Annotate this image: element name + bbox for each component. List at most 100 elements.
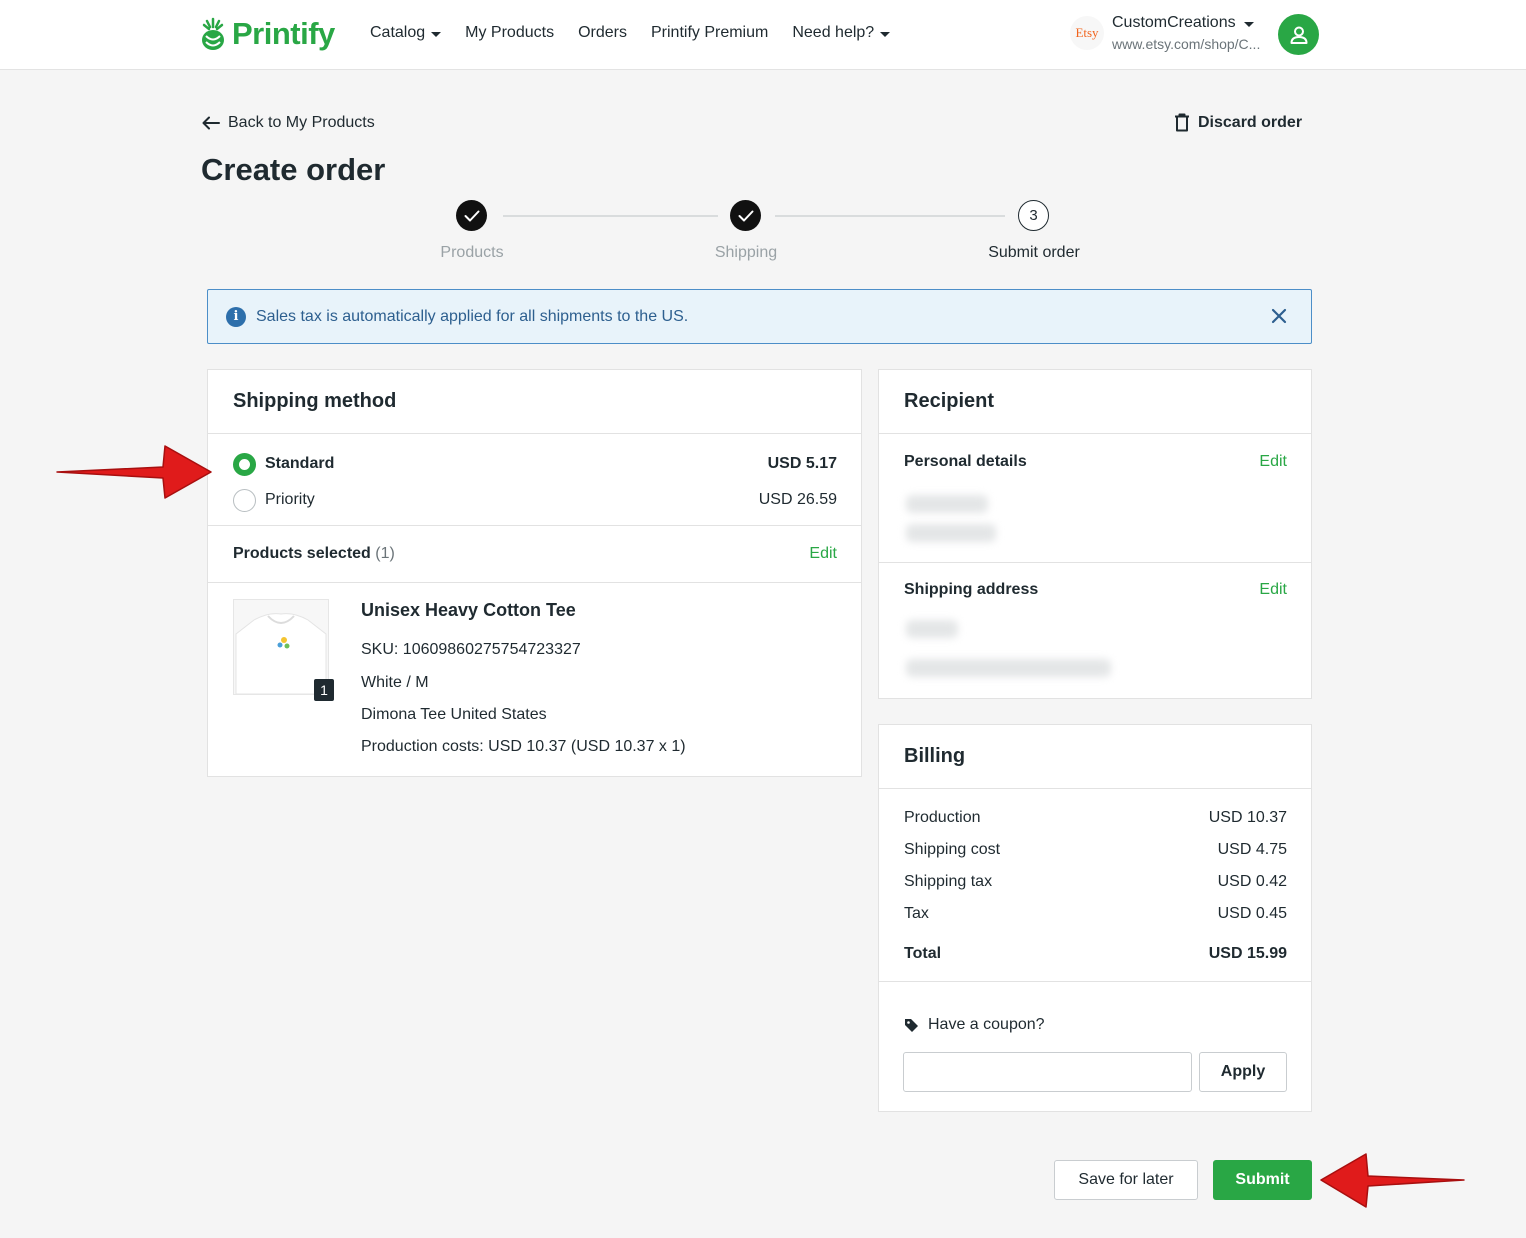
standard-label: Standard [265,455,335,472]
redacted-address-line [906,620,958,638]
billing-total-value: USD 15.99 [1208,945,1287,962]
page-title: Create order [201,152,386,187]
recipient-title: Recipient [879,370,1311,434]
save-for-later-button[interactable]: Save for later [1054,1160,1198,1200]
step-products-label: Products [440,244,504,261]
step-connector [775,215,1005,217]
priority-radio[interactable] [233,488,256,512]
shipping-address-label: Shipping address [904,581,1039,598]
checkmark-icon [464,210,479,221]
edit-personal-details-link[interactable]: Edit [1259,453,1287,471]
coupon-input[interactable] [903,1052,1192,1092]
product-item: 1 Unisex Heavy Cotton Tee SKU: 106098602… [208,583,861,775]
back-link[interactable]: Back to My Products [202,114,375,132]
product-sku: SKU: 10609860275754723327 [361,641,581,658]
nav-premium-label: Printify Premium [650,24,769,41]
annotation-arrow-left-icon [1320,1153,1465,1208]
billing-line-label: Shipping tax [904,873,993,890]
edit-shipping-address-link[interactable]: Edit [1259,581,1287,599]
nav-my-products[interactable]: My Products [465,24,554,42]
discard-order-label: Discard order [1198,113,1303,131]
step-submit-current: 3 [1018,200,1049,231]
nav-orders[interactable]: Orders [578,24,627,42]
close-icon[interactable] [1269,306,1289,326]
billing-line-shipping-tax: Shipping tax USD 0.42 [904,871,1287,893]
standard-radio[interactable] [233,452,256,476]
billing-title: Billing [879,725,1311,789]
product-provider: Dimona Tee United States [361,706,547,723]
nav-catalog-label: Catalog [370,24,426,41]
quantity-badge: 1 [314,679,334,701]
main-nav: Catalog My Products Orders Printify Prem… [370,24,891,42]
billing-line-value: USD 10.37 [1208,809,1287,826]
apply-coupon-button[interactable]: Apply [1199,1052,1287,1092]
shipping-options: Standard USD 5.17 Priority USD 26.59 [208,434,861,526]
logo-text: Printify [232,16,335,51]
nav-need-help[interactable]: Need help? [792,24,891,42]
nav-my-products-label: My Products [465,24,555,41]
shipping-method-title: Shipping method [208,370,861,434]
submit-button[interactable]: Submit [1213,1160,1312,1200]
products-selected-count: (1) [375,545,395,562]
personal-details-label: Personal details [904,453,1027,470]
alert-text: Sales tax is automatically applied for a… [256,307,689,325]
user-icon [1290,26,1307,44]
store-selector[interactable]: Etsy CustomCreations www.etsy.com/shop/C… [1070,14,1260,52]
priority-label: Priority [265,491,315,508]
billing-line-value: USD 0.42 [1217,873,1287,890]
product-name: Unisex Heavy Cotton Tee [361,600,576,620]
store-url: www.etsy.com/shop/C... [1112,36,1261,52]
step-shipping-label: Shipping [714,244,778,261]
product-variant: White / M [361,674,429,691]
billing-line-label: Shipping cost [904,841,1001,858]
chevron-down-icon [431,31,442,37]
billing-total-label: Total [904,945,942,962]
shipping-option-standard[interactable]: Standard USD 5.17 [233,452,837,476]
coupon-label: Have a coupon? [928,1016,1045,1033]
step-submit-label: Submit order [988,244,1080,261]
sales-tax-alert: i Sales tax is automatically applied for… [207,289,1312,344]
billing-line-value: USD 0.45 [1217,905,1287,922]
shipping-address-section: Shipping address Edit [879,563,1311,698]
billing-line-shipping-cost: Shipping cost USD 4.75 [904,839,1287,861]
shipping-method-card: Shipping method Standard USD 5.17 Priori… [207,369,862,777]
user-avatar[interactable] [1278,14,1319,55]
coupon-section: Have a coupon? Apply [879,982,1311,1110]
pineapple-logo-icon [202,17,224,50]
billing-line-tax: Tax USD 0.45 [904,903,1287,925]
redacted-name [906,495,988,513]
redacted-contact [906,524,996,542]
billing-lines: Production USD 10.37 Shipping cost USD 4… [879,789,1311,982]
nav-orders-label: Orders [578,24,627,41]
trash-icon [1175,113,1189,132]
products-selected-row: Products selected (1) Edit [208,526,861,583]
personal-details-section: Personal details Edit [879,434,1311,563]
back-link-label: Back to My Products [228,114,375,131]
top-navigation-bar: Printify Catalog My Products Orders Prin… [0,0,1526,70]
billing-line-production: Production USD 10.37 [904,807,1287,829]
printify-logo[interactable]: Printify [200,16,335,52]
checkmark-icon [738,210,753,221]
etsy-logo-icon: Etsy [1070,16,1104,50]
store-name: CustomCreations [1112,14,1236,31]
edit-products-link[interactable]: Edit [809,545,837,563]
billing-line-label: Production [904,809,981,826]
billing-card: Billing Production USD 10.37 Shipping co… [878,724,1312,1112]
discard-order-button[interactable]: Discard order [1174,113,1302,132]
shipping-option-priority[interactable]: Priority USD 26.59 [233,488,837,512]
products-selected-label: Products selected [233,545,371,562]
standard-price: USD 5.17 [767,455,837,472]
nav-catalog[interactable]: Catalog [370,24,442,42]
tag-icon [905,1018,918,1032]
priority-price: USD 26.59 [758,491,837,508]
nav-printify-premium[interactable]: Printify Premium [651,24,768,42]
product-production-costs: Production costs: USD 10.37 (USD 10.37 x… [361,738,686,755]
chevron-down-icon [1243,21,1254,27]
billing-line-value: USD 4.75 [1217,841,1287,858]
chevron-down-icon [880,31,891,37]
order-stepper: Products Shipping 3 Submit order [0,200,1526,270]
redacted-address-line [906,659,1111,677]
billing-total: Total USD 15.99 [904,943,1287,965]
step-products-done [456,200,487,231]
billing-line-label: Tax [904,905,929,922]
